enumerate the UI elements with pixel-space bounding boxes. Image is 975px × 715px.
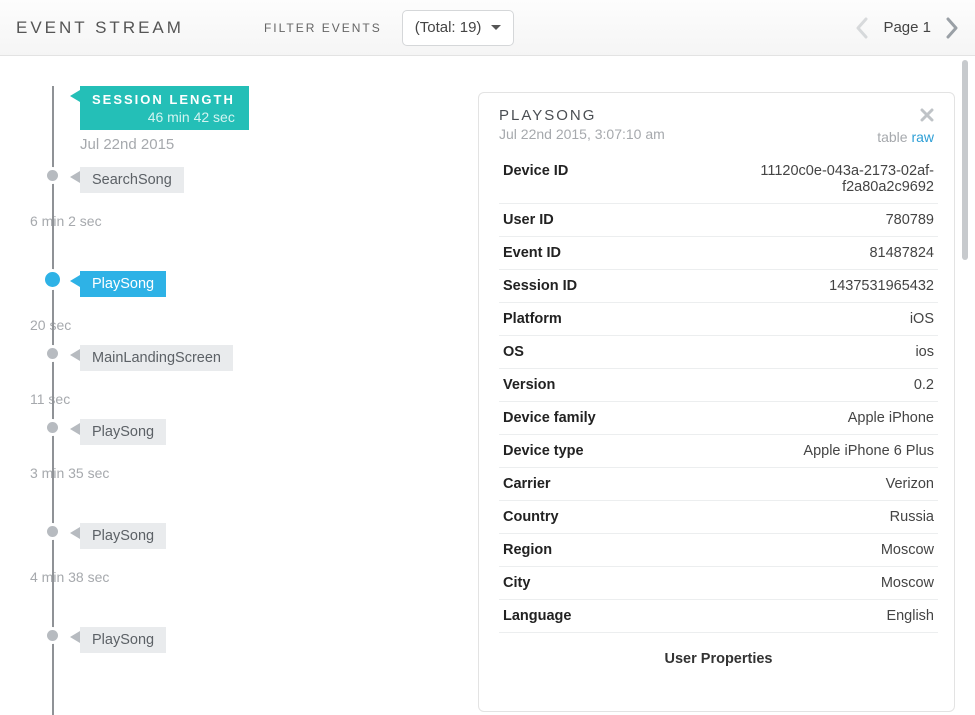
event-stream-column: SESSION LENGTH 46 min 42 sec Jul 22nd 20…: [0, 56, 468, 715]
detail-key: Carrier: [499, 468, 675, 501]
table-row: Event ID81487824: [499, 237, 938, 270]
detail-key: OS: [499, 336, 675, 369]
table-row: CityMoscow: [499, 567, 938, 600]
detail-subtitle: Jul 22nd 2015, 3:07:10 am: [499, 126, 877, 142]
timeline-event: PlaySong: [52, 623, 468, 659]
detail-key: Country: [499, 501, 675, 534]
detail-key: Region: [499, 534, 675, 567]
timeline-event: PlaySong: [52, 519, 468, 555]
event-pill[interactable]: PlaySong: [80, 523, 166, 549]
detail-key: User ID: [499, 204, 675, 237]
close-button[interactable]: [877, 107, 934, 125]
timeline-event: SearchSong: [52, 163, 468, 199]
detail-key: Language: [499, 600, 675, 633]
detail-key: Device family: [499, 402, 675, 435]
event-pill[interactable]: SearchSong: [80, 167, 184, 193]
table-row: Session ID1437531965432: [499, 270, 938, 303]
filter-value: (Total: 19): [415, 19, 482, 36]
gap-label: 4 min 38 sec: [30, 569, 468, 585]
event-pill[interactable]: PlaySong: [80, 627, 166, 653]
timeline-dot: [45, 272, 60, 287]
timeline-dot: [47, 630, 58, 641]
event-pill[interactable]: PlaySong: [80, 271, 166, 297]
detail-value: 11120c0e-043a-2173-02af-f2a80a2c9692: [675, 155, 938, 204]
table-row: Device typeApple iPhone 6 Plus: [499, 435, 938, 468]
top-bar: EVENT STREAM FILTER EVENTS (Total: 19) P…: [0, 0, 975, 56]
detail-value: 0.2: [675, 369, 938, 402]
event-detail-panel: PLAYSONG Jul 22nd 2015, 3:07:10 am table…: [478, 92, 955, 712]
page-label: Page 1: [883, 19, 931, 36]
prev-page-button[interactable]: [855, 17, 869, 39]
table-row: LanguageEnglish: [499, 600, 938, 633]
timeline-dot: [47, 170, 58, 181]
timeline-dot: [47, 348, 58, 359]
detail-key: Device type: [499, 435, 675, 468]
table-row: User ID780789: [499, 204, 938, 237]
session-length-label: SESSION LENGTH: [92, 92, 235, 107]
detail-value: iOS: [675, 303, 938, 336]
session-length-value: 46 min 42 sec: [92, 109, 235, 125]
view-raw-link[interactable]: raw: [911, 129, 934, 145]
next-page-button[interactable]: [945, 17, 959, 39]
view-table-link[interactable]: table: [877, 129, 907, 145]
timeline-event: MainLandingScreen: [52, 341, 468, 377]
table-row: CountryRussia: [499, 501, 938, 534]
event-pill[interactable]: PlaySong: [80, 419, 166, 445]
timeline-event: PlaySong: [52, 415, 468, 451]
table-row: Version0.2: [499, 369, 938, 402]
table-row: OSios: [499, 336, 938, 369]
chevron-left-icon: [855, 17, 869, 39]
detail-value: 81487824: [675, 237, 938, 270]
detail-title: PLAYSONG: [499, 107, 877, 124]
caret-down-icon: [491, 25, 501, 30]
detail-key: City: [499, 567, 675, 600]
user-properties-header: User Properties: [499, 633, 938, 673]
detail-value: Moscow: [675, 534, 938, 567]
session-length-badge: SESSION LENGTH 46 min 42 sec: [80, 86, 249, 130]
detail-key: Session ID: [499, 270, 675, 303]
close-icon: [920, 108, 934, 122]
chevron-right-icon: [945, 17, 959, 39]
table-row: PlatformiOS: [499, 303, 938, 336]
detail-value: Verizon: [675, 468, 938, 501]
detail-value: ios: [675, 336, 938, 369]
detail-value: Apple iPhone: [675, 402, 938, 435]
detail-value: Apple iPhone 6 Plus: [675, 435, 938, 468]
page-scrollbar[interactable]: [962, 60, 968, 320]
timeline-event: PlaySong: [52, 267, 468, 303]
detail-table: Device ID11120c0e-043a-2173-02af-f2a80a2…: [499, 155, 938, 633]
table-row: RegionMoscow: [499, 534, 938, 567]
page-title: EVENT STREAM: [16, 18, 184, 38]
table-row: Device ID11120c0e-043a-2173-02af-f2a80a2…: [499, 155, 938, 204]
detail-key: Version: [499, 369, 675, 402]
detail-value: Moscow: [675, 567, 938, 600]
timeline-dot: [47, 422, 58, 433]
filter-select[interactable]: (Total: 19): [402, 10, 515, 46]
filter-label: FILTER EVENTS: [264, 21, 382, 35]
event-pill[interactable]: MainLandingScreen: [80, 345, 233, 371]
session-date: Jul 22nd 2015: [80, 136, 468, 153]
gap-label: 11 sec: [30, 391, 468, 407]
detail-key: Event ID: [499, 237, 675, 270]
detail-value: English: [675, 600, 938, 633]
gap-label: 3 min 35 sec: [30, 465, 468, 481]
gap-label: 6 min 2 sec: [30, 213, 468, 229]
detail-value: 780789: [675, 204, 938, 237]
timeline-dot: [47, 526, 58, 537]
table-row: Device familyApple iPhone: [499, 402, 938, 435]
detail-key: Device ID: [499, 155, 675, 204]
detail-value: Russia: [675, 501, 938, 534]
pager: Page 1: [855, 17, 959, 39]
detail-body[interactable]: Device ID11120c0e-043a-2173-02af-f2a80a2…: [479, 155, 954, 711]
gap-label: 20 sec: [30, 317, 468, 333]
table-row: CarrierVerizon: [499, 468, 938, 501]
detail-value: 1437531965432: [675, 270, 938, 303]
detail-key: Platform: [499, 303, 675, 336]
